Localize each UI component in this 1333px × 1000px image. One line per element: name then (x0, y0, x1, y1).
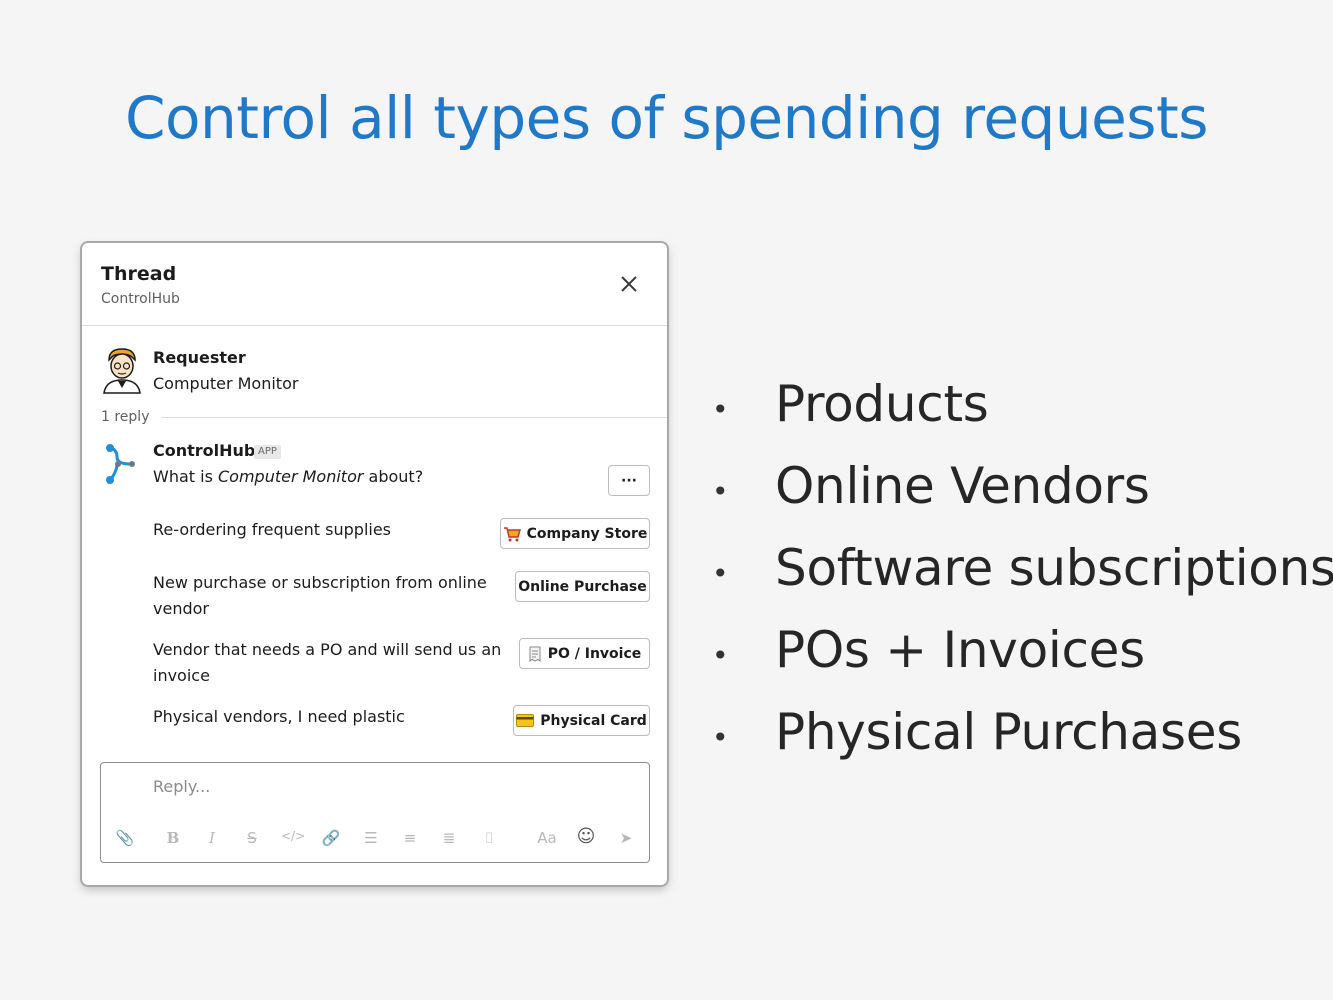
reply-input[interactable]: Reply... (153, 777, 210, 796)
bullet-dot: • (712, 721, 729, 754)
po-invoice-label: PO / Invoice (547, 645, 642, 662)
format-icon[interactable]: Aa (536, 829, 558, 847)
attach-icon[interactable]: 📎 (114, 829, 136, 847)
more-actions-button[interactable]: ··· (608, 465, 650, 496)
bullet-dot: • (712, 475, 729, 508)
bot-name[interactable]: ControlHub (153, 441, 255, 460)
indent-icon[interactable]: ≣ (438, 829, 460, 847)
thread-panel: Thread ControlHub Requester Computer Mon… (82, 243, 667, 885)
requester-message: Computer Monitor (153, 374, 299, 393)
feature-bullet-list: • Products • Online Vendors • Software subs… (712, 375, 1333, 785)
company-store-button[interactable]: Company Store (500, 518, 650, 549)
po-invoice-button[interactable]: PO / Invoice (519, 638, 650, 669)
reply-composer[interactable]: Reply... 📎 B I S </> 🔗 ☰ ≡ ≣ ⌷ Aa ☺ ➤ (100, 762, 650, 863)
credit-card-icon (516, 714, 535, 727)
bot-question-prefix: What is (153, 467, 218, 486)
bullet-text: POs + Invoices (775, 621, 1145, 679)
requester-name[interactable]: Requester (153, 348, 246, 367)
shopping-cart-icon (503, 526, 521, 541)
receipt-icon (529, 646, 541, 662)
physical-card-button[interactable]: Physical Card (513, 705, 650, 736)
bot-question-subject: Computer Monitor (218, 467, 364, 486)
bulleted-list-icon[interactable]: ≡ (399, 829, 421, 847)
bullet-text: Products (775, 375, 989, 433)
option-text-online-purchase: New purchase or subscription from online… (153, 573, 487, 618)
thread-header: Thread ControlHub (82, 243, 667, 326)
bold-icon[interactable]: B (162, 829, 184, 847)
physical-card-label: Physical Card (540, 712, 647, 729)
reply-divider (162, 417, 667, 418)
option-text-physical-card: Physical vendors, I need plastic (153, 707, 405, 726)
bullet-item: • Physical Purchases (712, 703, 1312, 785)
bullet-dot: • (712, 557, 729, 590)
requester-avatar[interactable] (100, 346, 144, 394)
send-icon[interactable]: ➤ (615, 829, 637, 847)
bullet-item: • Online Vendors (712, 457, 1312, 539)
controlhub-logo-icon[interactable] (103, 442, 137, 486)
reply-count: 1 reply (101, 409, 150, 425)
emoji-icon[interactable]: ☺ (575, 826, 597, 847)
slide-title: Control all types of spending requests (125, 84, 1208, 152)
link-icon[interactable]: 🔗 (320, 829, 342, 847)
bullet-item: • Software subscriptions (712, 539, 1333, 621)
option-text-company-store: Re-ordering frequent supplies (153, 520, 392, 539)
thread-channel: ControlHub (101, 291, 180, 307)
bullet-text: Online Vendors (775, 457, 1150, 515)
thread-title: Thread (101, 263, 177, 285)
bullet-item: • Products (712, 375, 1312, 457)
code-block-icon[interactable]: ⌷ (478, 829, 500, 847)
option-text-po-invoice: Vendor that needs a PO and will send us … (153, 640, 502, 685)
bullet-item: • POs + Invoices (712, 621, 1312, 703)
bullet-dot: • (712, 393, 729, 426)
bullet-text: Physical Purchases (775, 703, 1242, 761)
ordered-list-icon[interactable]: ☰ (360, 829, 382, 847)
bullet-dot: • (712, 639, 729, 672)
close-icon[interactable] (618, 273, 640, 295)
app-badge: APP (254, 445, 281, 459)
online-purchase-label: Online Purchase (518, 578, 647, 595)
bot-question: What is Computer Monitor about? (153, 467, 423, 486)
company-store-label: Company Store (526, 525, 648, 542)
bot-question-suffix: about? (363, 467, 424, 486)
bullet-text: Software subscriptions (775, 539, 1333, 597)
code-icon[interactable]: </> (281, 829, 305, 843)
italic-icon[interactable]: I (201, 829, 223, 847)
online-purchase-button[interactable]: Online Purchase (515, 571, 650, 602)
strikethrough-icon[interactable]: S (241, 829, 263, 847)
